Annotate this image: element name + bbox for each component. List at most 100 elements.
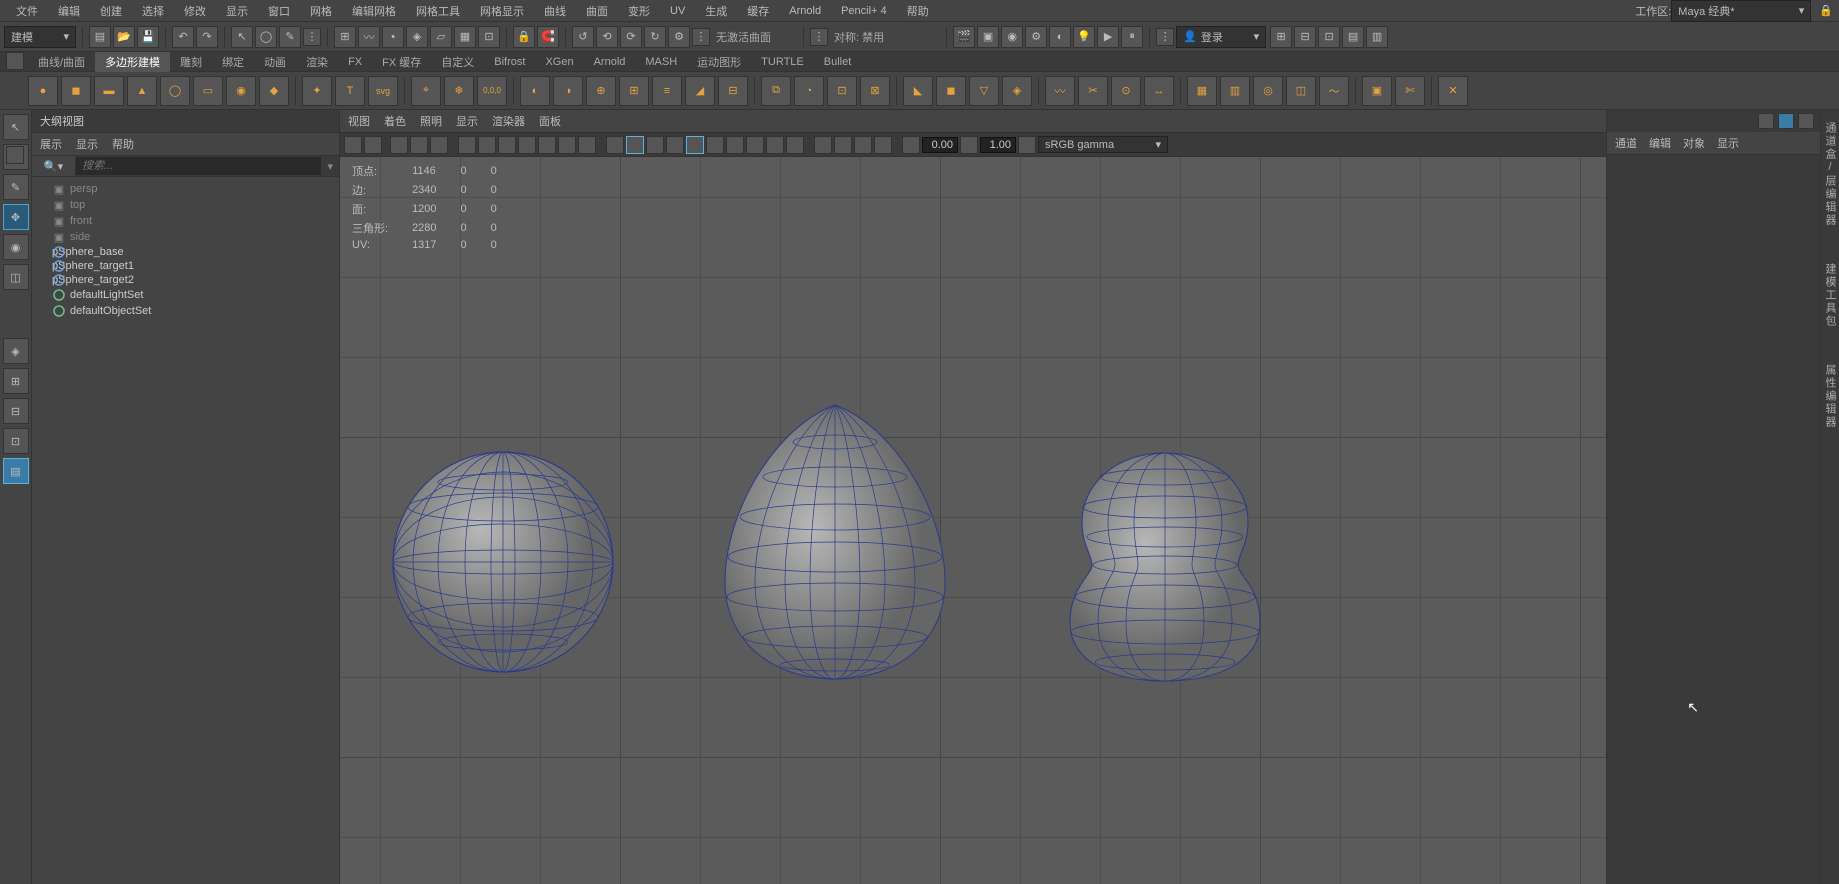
divider-handle[interactable]: ⋮ — [810, 28, 828, 46]
image-plane-icon[interactable] — [390, 136, 408, 154]
bevel-icon[interactable]: ◢ — [685, 76, 715, 106]
menu-meshdisplay[interactable]: 网格显示 — [470, 0, 534, 22]
outliner-item[interactable]: defaultLightSet — [34, 287, 337, 303]
delete-icon[interactable]: ✕ — [1438, 76, 1468, 106]
snap-plane-icon[interactable]: ▱ — [430, 26, 452, 48]
poly-torus-icon[interactable]: ◯ — [160, 76, 190, 106]
save-icon[interactable]: 💾 — [137, 26, 159, 48]
shelf-gear-icon[interactable] — [6, 146, 24, 164]
outliner-menu-item[interactable]: 显示 — [76, 136, 98, 152]
mirror-icon[interactable]: ⧉ — [761, 76, 791, 106]
2d-pan-icon[interactable] — [410, 136, 428, 154]
panel-layout-icon[interactable]: ▥ — [1366, 26, 1388, 48]
vp-menu-view[interactable]: 视图 — [348, 113, 370, 129]
poly-plane-icon[interactable]: ▭ — [193, 76, 223, 106]
uv-auto-icon[interactable]: ◫ — [1286, 76, 1316, 106]
history-input-icon[interactable]: ⟳ — [620, 26, 642, 48]
divider-handle[interactable]: ⋮ — [692, 28, 710, 46]
open-icon[interactable]: 📂 — [113, 26, 135, 48]
outliner-item[interactable]: ▣persp — [34, 181, 337, 197]
layout-stepper-icon[interactable]: ⊡ — [3, 428, 29, 454]
shelf-tab[interactable]: 雕刻 — [170, 52, 212, 72]
smooth-icon[interactable]: ◔ — [794, 76, 824, 106]
tab-channelbox[interactable]: 通道盒/层编辑器 — [1822, 116, 1838, 233]
menu-generate[interactable]: 生成 — [695, 0, 737, 22]
colorspace-select[interactable]: sRGB gamma▾ — [1038, 136, 1168, 153]
use-all-lights-icon[interactable] — [646, 136, 664, 154]
outliner-item[interactable]: defaultObjectSet — [34, 303, 337, 319]
svg-icon[interactable]: svg — [368, 76, 398, 106]
construction-icon[interactable]: ⚙ — [668, 26, 690, 48]
menu-mesh[interactable]: 网格 — [300, 0, 342, 22]
textured-icon[interactable] — [706, 136, 724, 154]
pause-icon[interactable]: ⏸ — [1121, 26, 1143, 48]
tab-modeling-toolkit[interactable]: 建模工具包 — [1822, 257, 1838, 334]
render-settings-icon[interactable]: ⚙ — [1025, 26, 1047, 48]
film-gate-icon[interactable] — [478, 136, 496, 154]
render-icon[interactable]: 🎬 — [953, 26, 975, 48]
outliner-item[interactable]: ▣front — [34, 213, 337, 229]
snap-grid-icon[interactable]: ⊞ — [334, 26, 356, 48]
shelf-tab[interactable]: 渲染 — [296, 52, 338, 72]
poly-cone-icon[interactable]: ▲ — [127, 76, 157, 106]
menu-uv[interactable]: UV — [660, 2, 695, 20]
cb-icon[interactable] — [1758, 113, 1774, 129]
menu-arnold[interactable]: Arnold — [779, 2, 831, 20]
menu-meshtools[interactable]: 网格工具 — [406, 0, 470, 22]
extrude-icon[interactable]: ⊞ — [619, 76, 649, 106]
snap-toggle-icon[interactable]: ⊡ — [478, 26, 500, 48]
shelf-tab[interactable]: 自定义 — [431, 52, 484, 72]
panel-layout-icon[interactable]: ⊞ — [1270, 26, 1292, 48]
search-input[interactable] — [76, 157, 321, 175]
panel-layout-icon[interactable]: ⊡ — [1318, 26, 1340, 48]
outliner-menu-item[interactable]: 帮助 — [112, 136, 134, 152]
snow-icon[interactable]: ❄ — [444, 76, 474, 106]
lock-icon[interactable]: 🔒 — [513, 26, 535, 48]
menu-file[interactable]: 文件 — [6, 0, 48, 22]
shelf-tab[interactable]: Bifrost — [484, 54, 535, 70]
menu-select[interactable]: 选择 — [132, 0, 174, 22]
reduce-icon[interactable]: ▽ — [969, 76, 999, 106]
shelf-tab[interactable]: Arnold — [584, 54, 636, 70]
view-transform-icon[interactable] — [1018, 136, 1036, 154]
last-tool[interactable]: ◈ — [3, 338, 29, 364]
select-tool-icon[interactable]: ↖ — [231, 26, 253, 48]
uv-planar-icon[interactable]: ▦ — [1187, 76, 1217, 106]
retopo-icon[interactable]: ⊠ — [860, 76, 890, 106]
lock-icon[interactable]: 🔒 — [1819, 4, 1833, 17]
triangulate-icon[interactable]: ◣ — [903, 76, 933, 106]
uv-spherical-icon[interactable]: ◎ — [1253, 76, 1283, 106]
chevron-down-icon[interactable]: ▾ — [321, 160, 339, 173]
snap-curve-icon[interactable]: 〰 — [358, 26, 380, 48]
paint-select-icon[interactable]: ✎ — [279, 26, 301, 48]
cb-menu-object[interactable]: 对象 — [1683, 135, 1705, 151]
anti-alias-icon[interactable] — [786, 136, 804, 154]
outliner-item[interactable]: pSphere_target1 — [34, 259, 337, 273]
vp-menu-show[interactable]: 显示 — [456, 113, 478, 129]
sculpt-icon[interactable]: 〰 — [1045, 76, 1075, 106]
multicut-icon[interactable]: ✂ — [1078, 76, 1108, 106]
menu-create[interactable]: 创建 — [90, 0, 132, 22]
cb-menu-edit[interactable]: 编辑 — [1649, 135, 1671, 151]
paint-tool[interactable]: ✎ — [3, 174, 29, 200]
xray-icon[interactable] — [834, 136, 852, 154]
snap-point-icon[interactable]: • — [382, 26, 404, 48]
login-menu[interactable]: 👤 登录 ▾ — [1176, 26, 1266, 48]
safe-action-icon[interactable] — [558, 136, 576, 154]
outliner-item[interactable]: pSphere_base — [34, 245, 337, 259]
remesh-icon[interactable]: ◈ — [1002, 76, 1032, 106]
shelf-handle-icon[interactable] — [6, 52, 24, 70]
superellipse-icon[interactable]: ✦ — [302, 76, 332, 106]
outliner-item[interactable]: ▣side — [34, 229, 337, 245]
undo-icon[interactable]: ↶ — [172, 26, 194, 48]
rotate-tool[interactable]: ◉ — [3, 234, 29, 260]
wireframe-on-shaded-icon[interactable] — [686, 136, 704, 154]
snap-projected-icon[interactable]: ◈ — [406, 26, 428, 48]
lasso-icon[interactable]: ◯ — [255, 26, 277, 48]
outliner-item[interactable]: pSphere_target2 — [34, 273, 337, 287]
menu-modify[interactable]: 修改 — [174, 0, 216, 22]
panel-layout-icon[interactable]: ▤ — [1342, 26, 1364, 48]
menu-cache[interactable]: 缓存 — [737, 0, 779, 22]
menu-editmesh[interactable]: 编辑网格 — [342, 0, 406, 22]
divider-handle[interactable]: ⋮ — [303, 28, 321, 46]
